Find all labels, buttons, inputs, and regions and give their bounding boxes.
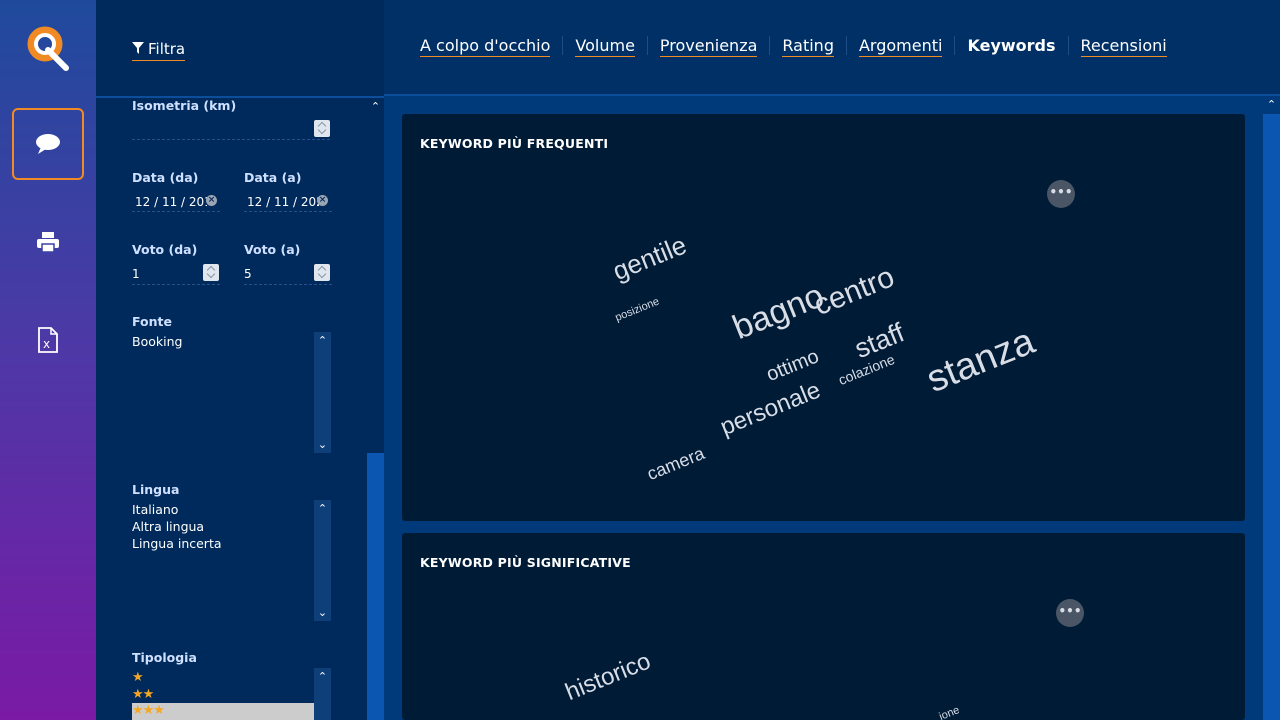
- voto-a-underline: [244, 284, 332, 285]
- isometria-underline: [132, 139, 332, 140]
- tipologia-scrollbar[interactable]: ⌃: [314, 668, 331, 720]
- scroll-up-icon[interactable]: ⌃: [314, 332, 331, 349]
- voto-da-input[interactable]: 1: [132, 267, 192, 281]
- tab-label: Recensioni: [1080, 36, 1167, 57]
- lingua-option[interactable]: Lingua incerta: [132, 536, 222, 551]
- scroll-up-icon[interactable]: ⌃: [367, 98, 384, 115]
- scroll-up-icon[interactable]: ⌃: [1263, 96, 1280, 113]
- voto-a-input[interactable]: 5: [244, 267, 304, 281]
- tab-label: Provenienza: [659, 36, 758, 57]
- tab-label: Keywords: [967, 36, 1056, 55]
- tab-a-colpo-d-occhio[interactable]: A colpo d'occhio: [408, 36, 562, 57]
- tab-provenienza[interactable]: Provenienza: [646, 36, 769, 57]
- comments-icon: [35, 133, 61, 155]
- print-icon: [36, 231, 60, 253]
- filter-icon: [132, 40, 144, 58]
- main-scrollbar[interactable]: ⌃: [1263, 96, 1280, 720]
- voto-da-underline: [132, 284, 220, 285]
- tipologia-option-2-star[interactable]: ★★: [132, 687, 154, 702]
- keyword-frequent-card: KEYWORD PIÙ FREQUENTI ••• gentile posizi…: [402, 114, 1245, 521]
- lingua-scrollbar[interactable]: ⌃ ⌄: [314, 500, 331, 621]
- tipologia-option-3-star[interactable]: ★★★: [132, 703, 314, 720]
- data-da-clear-icon[interactable]: ×: [206, 195, 217, 206]
- left-rail: x: [0, 0, 96, 720]
- card-title: KEYWORD PIÙ SIGNIFICATIVE: [420, 555, 631, 570]
- word-cloud-word: ione: [937, 704, 962, 720]
- isometria-stepper[interactable]: [314, 120, 330, 137]
- main-content: KEYWORD PIÙ FREQUENTI ••• gentile posizi…: [384, 96, 1280, 720]
- word-cloud-word: personale: [716, 376, 825, 442]
- word-cloud-word: camera: [644, 443, 708, 485]
- data-da-underline: [132, 211, 222, 212]
- lingua-option[interactable]: Altra lingua: [132, 519, 204, 534]
- word-cloud-word: stanza: [920, 320, 1041, 402]
- tab-argomenti[interactable]: Argomenti: [845, 36, 954, 57]
- lingua-label: Lingua: [132, 482, 180, 497]
- filter-panel-scrollbar[interactable]: ⌃: [367, 98, 384, 720]
- card-title: KEYWORD PIÙ FREQUENTI: [420, 136, 609, 151]
- data-da-input[interactable]: 12 / 11 / 201: [135, 195, 207, 209]
- data-a-underline: [244, 211, 332, 212]
- data-a-clear-icon[interactable]: ×: [317, 195, 328, 206]
- scroll-down-icon[interactable]: ⌄: [314, 604, 331, 621]
- print-button[interactable]: [12, 206, 84, 278]
- tab-recensioni[interactable]: Recensioni: [1067, 36, 1179, 57]
- voto-a-label: Voto (a): [244, 242, 301, 257]
- tab-volume[interactable]: Volume: [562, 36, 647, 57]
- excel-export-button[interactable]: x: [12, 304, 84, 376]
- word-cloud-word: historico: [561, 647, 655, 707]
- fonte-label: Fonte: [132, 314, 172, 329]
- scroll-up-icon[interactable]: ⌃: [314, 668, 331, 685]
- tab-rating[interactable]: Rating: [769, 36, 846, 57]
- tab-keywords[interactable]: Keywords: [954, 36, 1067, 55]
- fonte-option[interactable]: Booking: [132, 334, 182, 349]
- voto-da-stepper[interactable]: [203, 264, 219, 281]
- filter-label: Filtra: [148, 40, 186, 58]
- filter-scroll-area: Isometria (km) Data (da) 12 / 11 / 201 ×…: [96, 96, 384, 720]
- voto-a-stepper[interactable]: [314, 264, 330, 281]
- svg-text:x: x: [43, 337, 50, 351]
- data-da-label: Data (da): [132, 170, 199, 185]
- keyword-significant-card: KEYWORD PIÙ SIGNIFICATIVE ••• historico …: [402, 533, 1245, 720]
- data-a-input[interactable]: 12 / 11 / 202: [247, 195, 319, 209]
- tab-label: A colpo d'occhio: [420, 36, 551, 57]
- top-navigation: A colpo d'occhio Volume Provenienza Rati…: [384, 0, 1280, 96]
- isometria-label: Isometria (km): [132, 98, 237, 113]
- tab-label: Volume: [575, 36, 635, 57]
- voto-da-label: Voto (da): [132, 242, 198, 257]
- data-a-label: Data (a): [244, 170, 302, 185]
- word-cloud-word: gentile: [608, 229, 691, 287]
- tipologia-option-1-star[interactable]: ★: [132, 670, 144, 685]
- scrollbar-thumb[interactable]: [367, 453, 384, 720]
- more-options-button[interactable]: •••: [1047, 180, 1075, 208]
- tab-bar: A colpo d'occhio Volume Provenienza Rati…: [408, 36, 1179, 57]
- lingua-option[interactable]: Italiano: [132, 502, 178, 517]
- scroll-up-icon[interactable]: ⌃: [314, 500, 331, 517]
- tipologia-label: Tipologia: [132, 650, 197, 665]
- word-cloud-word: centro: [809, 260, 899, 323]
- filter-panel: Filtra Isometria (km) Data (da) 12 / 11 …: [96, 0, 384, 720]
- tab-label: Rating: [782, 36, 834, 57]
- filter-header: Filtra: [96, 0, 384, 96]
- scroll-down-icon[interactable]: ⌄: [314, 436, 331, 453]
- excel-icon: x: [37, 327, 59, 353]
- app-logo: [26, 24, 70, 72]
- comments-button[interactable]: [12, 108, 84, 180]
- scrollbar-thumb[interactable]: [1263, 114, 1280, 720]
- fonte-scrollbar[interactable]: ⌃ ⌄: [314, 332, 331, 453]
- more-options-button[interactable]: •••: [1056, 599, 1084, 627]
- word-cloud-word: posizione: [613, 295, 662, 324]
- tab-label: Argomenti: [858, 36, 943, 57]
- filter-toggle[interactable]: Filtra: [132, 40, 186, 61]
- word-cloud-word: bagno: [727, 276, 830, 348]
